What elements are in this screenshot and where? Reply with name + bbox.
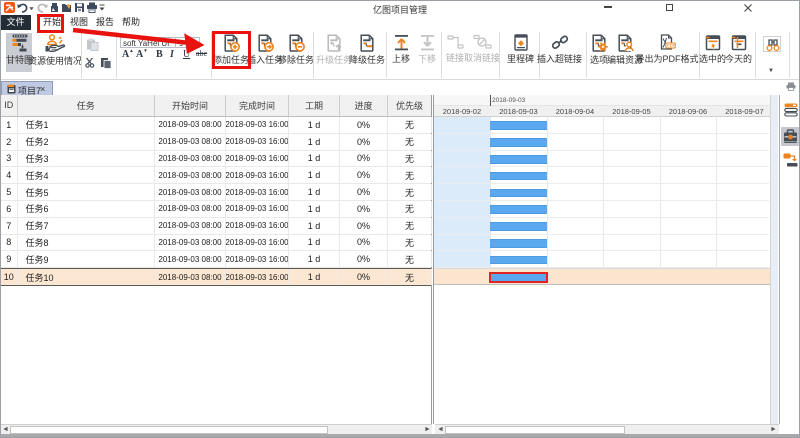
svg-text:PDF: PDF xyxy=(667,43,676,48)
